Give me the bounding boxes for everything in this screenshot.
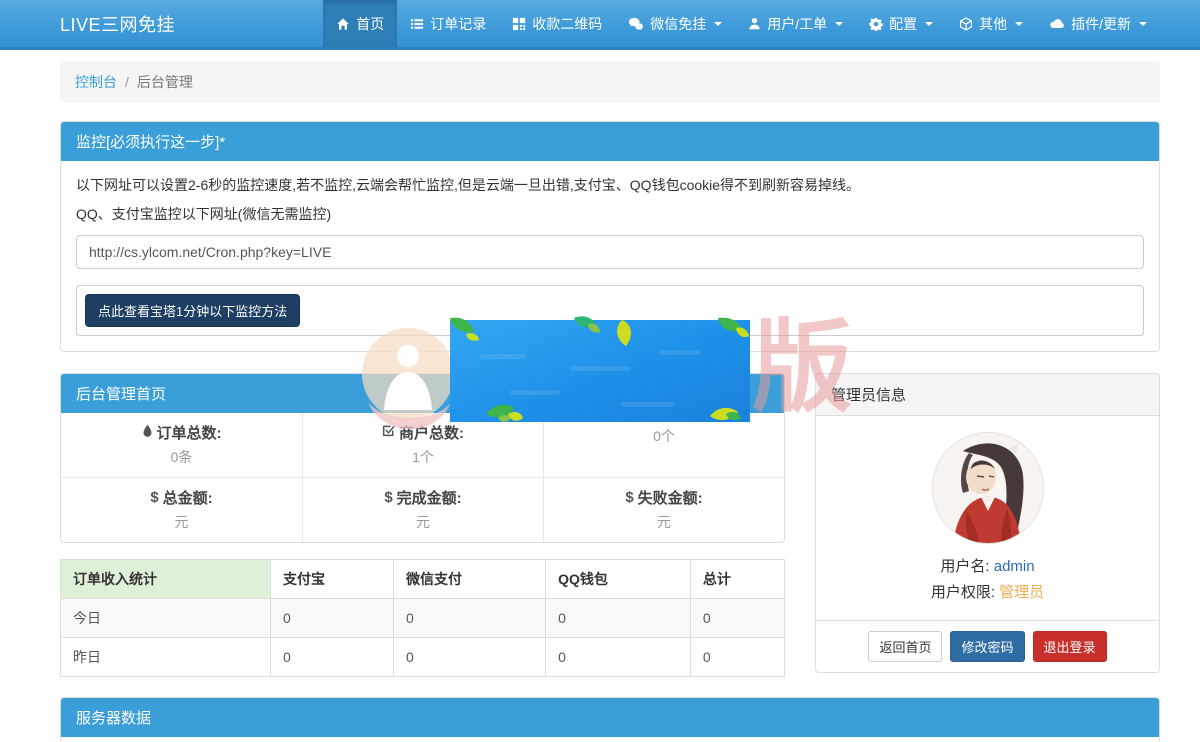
nav-item-label: 收款二维码 (532, 14, 602, 34)
nav-item-plugins-update[interactable]: 插件/更新 (1036, 0, 1160, 47)
breadcrumb-separator: / (125, 74, 129, 90)
chevron-down-icon (1015, 22, 1023, 26)
dollar-icon: $ (384, 489, 392, 506)
username-row: 用户名: admin (831, 554, 1144, 580)
admin-panel-footer: 返回首页 修改密码 退出登录 (816, 620, 1159, 672)
income-table: 订单收入统计 支付宝 微信支付 QQ钱包 总计 今日 0 0 0 (60, 559, 785, 677)
nav-item-home[interactable]: 首页 (323, 0, 397, 47)
stats-grid: 订单总数: 0条 商户总数: 1个 (61, 413, 784, 542)
main-content: 控制台 / 后台管理 监控[必须执行这一步]* 以下网址可以设置2-6秒的监控速… (60, 61, 1160, 742)
back-home-button[interactable]: 返回首页 (868, 631, 942, 662)
dashboard-column: 后台管理首页 订单总数: 0条 商户总数: (60, 373, 785, 677)
home-icon (336, 17, 350, 31)
breadcrumb-console-link[interactable]: 控制台 (75, 72, 117, 92)
admin-panel-title: 管理员信息 (816, 374, 1159, 416)
dashboard-panel-title: 后台管理首页 (61, 374, 784, 413)
cube-icon (959, 17, 973, 31)
stat-hidden-by-overlay: 0个 (543, 413, 784, 477)
navbar: LIVE三网免挂 首页 订单记录 收款二维码 微信免挂 用户/工单 (0, 0, 1200, 50)
nav-item-label: 用户/工单 (767, 14, 827, 34)
stat-total-merchants: 商户总数: 1个 (302, 413, 543, 477)
stat-completed-amount: $ 完成金额: 元 (302, 477, 543, 542)
stat-value: 0条 (69, 447, 294, 467)
server-panel-body: PHP 版本: 7.2.33 非线程安全 (61, 737, 1159, 742)
nav-item-label: 微信免挂 (650, 14, 706, 34)
monitor-panel: 监控[必须执行这一步]* 以下网址可以设置2-6秒的监控速度,若不监控,云端会帮… (60, 121, 1160, 352)
chevron-down-icon (1139, 22, 1147, 26)
table-row-today: 今日 0 0 0 0 (61, 599, 785, 638)
nav-item-qrcode[interactable]: 收款二维码 (499, 0, 615, 47)
income-header-alipay: 支付宝 (270, 560, 393, 599)
brand-title: LIVE三网免挂 (0, 0, 175, 47)
table-row-yesterday: 昨日 0 0 0 0 (61, 638, 785, 677)
nav-menu: 首页 订单记录 收款二维码 微信免挂 用户/工单 (323, 0, 1160, 47)
chevron-down-icon (714, 22, 722, 26)
stat-total-amount: $ 总金额: 元 (61, 477, 302, 542)
dollar-icon: $ (150, 489, 158, 506)
stat-value: 1个 (311, 447, 535, 467)
nav-item-label: 插件/更新 (1071, 14, 1131, 34)
stat-value: 0个 (552, 426, 776, 446)
breadcrumb-current: 后台管理 (137, 72, 193, 92)
income-header-wechatpay: 微信支付 (394, 560, 546, 599)
income-table-header-row: 订单收入统计 支付宝 微信支付 QQ钱包 总计 (61, 560, 785, 599)
dashboard-panel: 后台管理首页 订单总数: 0条 商户总数: (60, 373, 785, 543)
nav-item-config[interactable]: 配置 (856, 0, 946, 47)
avatar (932, 432, 1044, 544)
income-header-qqwallet: QQ钱包 (546, 560, 691, 599)
watermark-text: 版 (752, 318, 852, 418)
check-square-icon (382, 424, 395, 441)
username-link[interactable]: admin (994, 558, 1035, 575)
chevron-down-icon (925, 22, 933, 26)
username-label: 用户名: (940, 558, 989, 575)
role-row: 用户权限: 管理员 (831, 580, 1144, 606)
monitor-url-input[interactable] (76, 235, 1144, 269)
stat-value: 元 (69, 512, 294, 532)
admin-panel-body: 用户名: admin 用户权限: 管理员 (816, 416, 1159, 620)
cloud-icon (1049, 18, 1065, 30)
baota-monitor-help-button[interactable]: 点此查看宝塔1分钟以下监控方法 (85, 294, 300, 327)
breadcrumb: 控制台 / 后台管理 (60, 61, 1160, 103)
nav-item-label: 订单记录 (430, 14, 486, 34)
server-panel-title: 服务器数据 (61, 698, 1159, 737)
nav-item-label: 配置 (889, 14, 917, 34)
role-badge: 管理员 (999, 584, 1044, 601)
dollar-icon: $ (625, 489, 633, 506)
nav-item-label: 其他 (979, 14, 1007, 34)
nav-item-orders[interactable]: 订单记录 (397, 0, 499, 47)
change-password-button[interactable]: 修改密码 (950, 631, 1024, 662)
monitor-panel-body: 以下网址可以设置2-6秒的监控速度,若不监控,云端会帮忙监控,但是云端一旦出错,… (61, 161, 1159, 351)
monitor-description-line1: 以下网址可以设置2-6秒的监控速度,若不监控,云端会帮忙监控,但是云端一旦出错,… (76, 175, 1144, 196)
role-label: 用户权限: (931, 584, 995, 601)
stat-failed-amount: $ 失败金额: 元 (543, 477, 784, 542)
income-header-title: 订单收入统计 (61, 560, 271, 599)
server-data-panel: 服务器数据 PHP 版本: 7.2.33 非线程安全 (60, 697, 1160, 742)
droplet-icon (142, 424, 153, 442)
stat-value: 元 (552, 512, 776, 532)
wechat-icon (628, 17, 644, 31)
income-header-total: 总计 (690, 560, 784, 599)
nav-item-users-tickets[interactable]: 用户/工单 (735, 0, 856, 47)
user-icon (748, 17, 761, 30)
nav-item-wechat[interactable]: 微信免挂 (615, 0, 735, 47)
nav-item-label: 首页 (356, 14, 384, 34)
list-icon (410, 17, 424, 31)
chevron-down-icon (835, 22, 843, 26)
stat-total-orders: 订单总数: 0条 (61, 413, 302, 477)
gear-icon (869, 17, 883, 31)
monitor-help-box: 点此查看宝塔1分钟以下监控方法 (76, 285, 1144, 336)
nav-item-other[interactable]: 其他 (946, 0, 1036, 47)
logout-button[interactable]: 退出登录 (1033, 631, 1107, 662)
qrcode-icon (512, 17, 526, 31)
monitor-description-line2: QQ、支付宝监控以下网址(微信无需监控) (76, 204, 1144, 225)
page: LIVE三网免挂 首页 订单记录 收款二维码 微信免挂 用户/工单 (0, 0, 1200, 742)
admin-info-panel: 管理员信息 (815, 373, 1160, 673)
monitor-panel-title: 监控[必须执行这一步]* (61, 122, 1159, 161)
stat-value: 元 (311, 512, 535, 532)
